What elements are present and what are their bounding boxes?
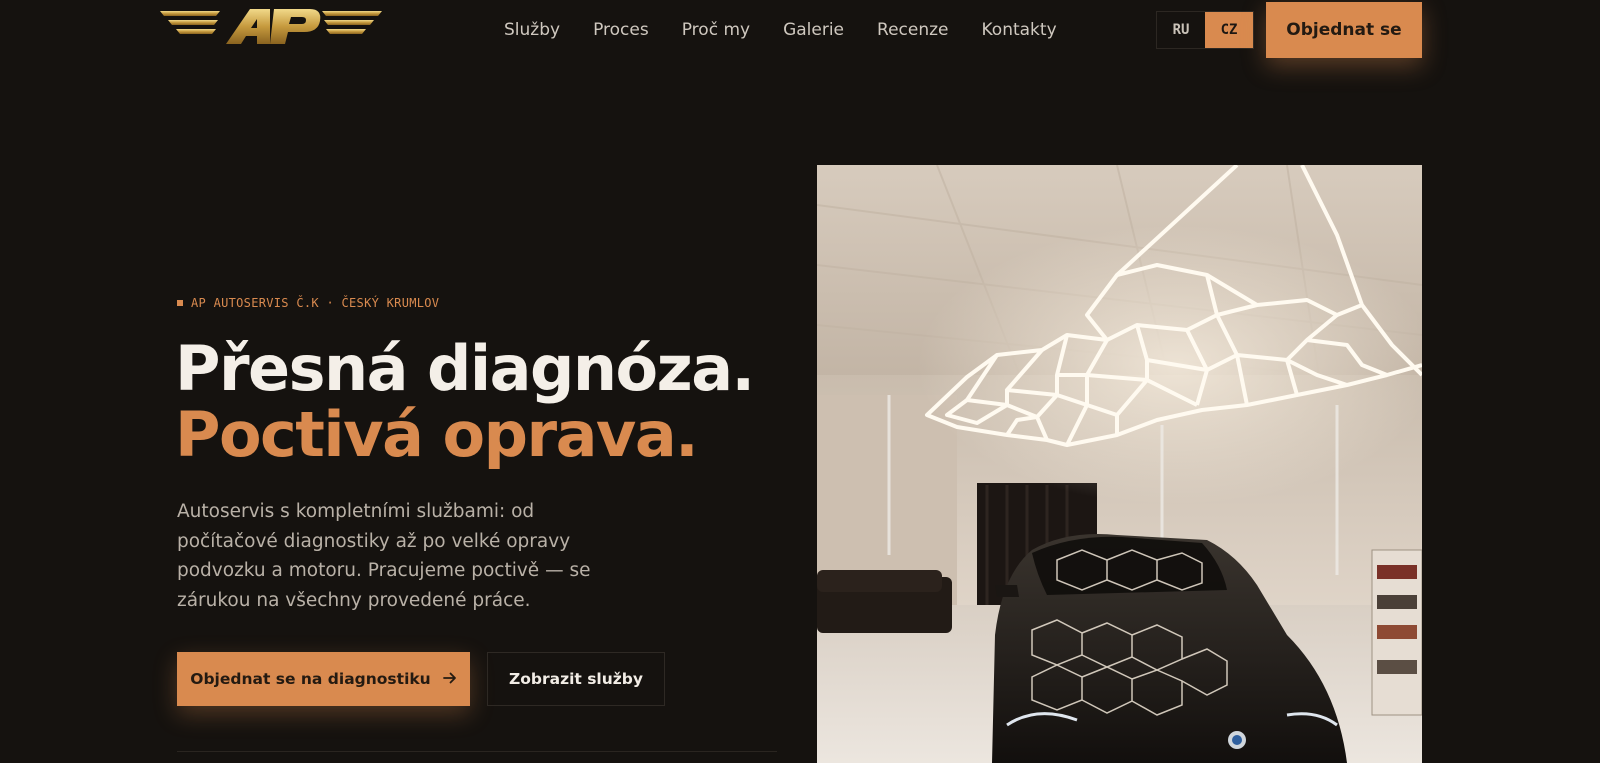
show-services-button[interactable]: Zobrazit služby — [487, 652, 665, 706]
garage-photo — [817, 165, 1422, 763]
nav-link-proces[interactable]: Proces — [593, 18, 649, 42]
nav-link-recenze[interactable]: Recenze — [877, 18, 948, 42]
hero-lead: Autoservis s kompletními službami: od po… — [177, 501, 591, 611]
eyebrow-text: AP AUTOSERVIS Č.K · ČESKÝ KRUMLOV — [191, 296, 440, 310]
hero-eyebrow: AP AUTOSERVIS Č.K · ČESKÝ KRUMLOV — [177, 296, 439, 310]
nav-link-kontakty[interactable]: Kontakty — [982, 18, 1057, 42]
hero-title: Přesná diagnóza. Poctivá oprava. — [175, 332, 755, 471]
language-switcher: RU CZ — [1156, 11, 1254, 49]
lang-ru-button[interactable]: RU — [1157, 12, 1205, 48]
nav-link-sluzby[interactable]: Služby — [504, 18, 560, 42]
hero-divider — [177, 751, 777, 752]
nav-link-proc-my[interactable]: Proč my — [682, 18, 750, 42]
book-diagnostics-label: Objednat se na diagnostiku — [190, 670, 431, 688]
nav-link-galerie[interactable]: Galerie — [783, 18, 844, 42]
arrow-right-icon — [442, 670, 457, 688]
hero-title-line2: Poctivá oprava. — [175, 398, 699, 471]
ap-logo[interactable] — [160, 6, 382, 46]
main-nav: Služby Proces Proč my Galerie Recenze Ko… — [504, 18, 1090, 42]
hero-title-line1: Přesná diagnóza. — [175, 332, 755, 405]
lang-cz-button[interactable]: CZ — [1205, 12, 1253, 48]
order-button[interactable]: Objednat se — [1266, 2, 1422, 58]
book-diagnostics-button[interactable]: Objednat se na diagnostiku — [177, 652, 470, 706]
square-bullet-icon — [177, 300, 183, 306]
site-header: Služby Proces Proč my Galerie Recenze Ko… — [0, 0, 1600, 60]
